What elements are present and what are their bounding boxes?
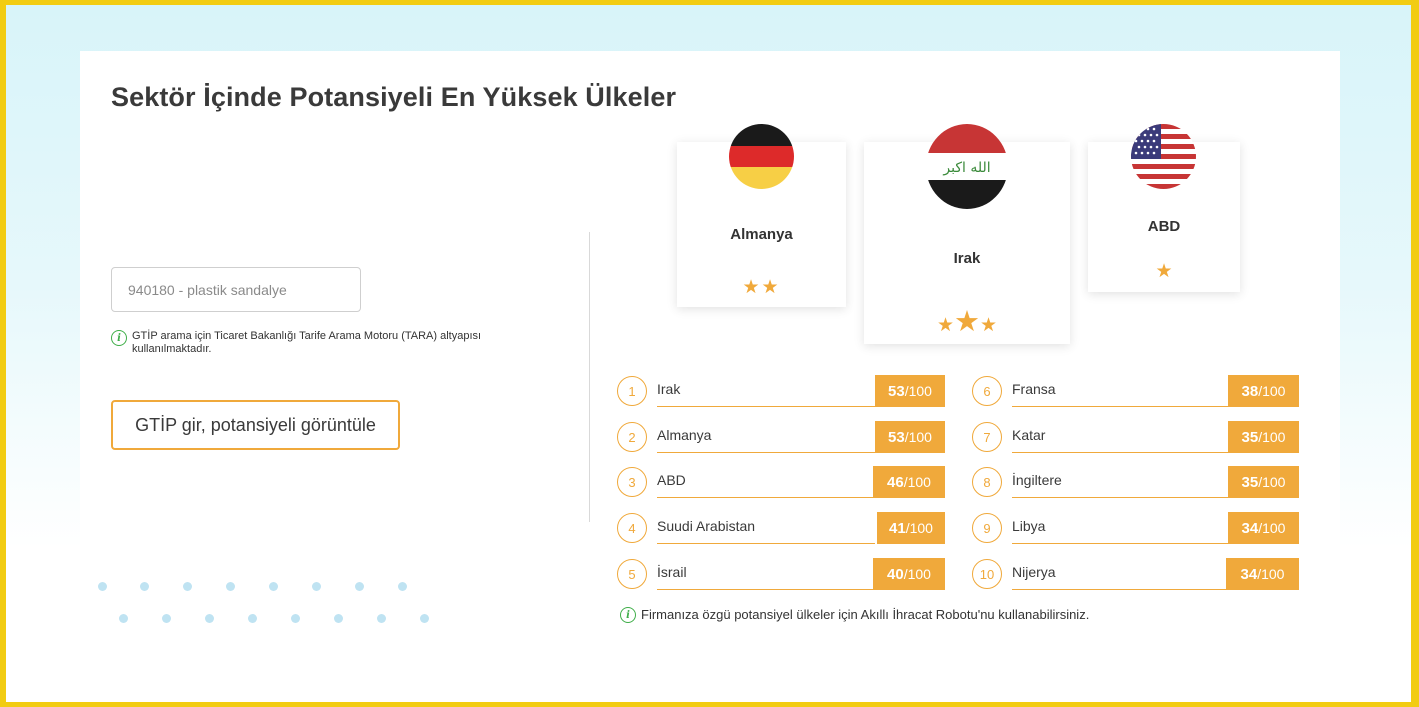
rank-country: Libya <box>1012 518 1046 534</box>
ranking-row: 5 İsrail 40/100 <box>617 558 945 590</box>
vertical-divider <box>589 232 590 522</box>
ranking-row: 6 Fransa 38/100 <box>972 375 1299 407</box>
rank-country: Suudi Arabistan <box>657 518 756 534</box>
rank-number: 8 <box>972 467 1002 497</box>
svg-text:الله اكبر: الله اكبر <box>942 160 990 176</box>
ranking-row: 1 Irak 53/100 <box>617 375 945 407</box>
ranking-row: 2 Almanya 53/100 <box>617 421 945 453</box>
podium-stars: ★★★ <box>936 306 998 338</box>
rank-score: 35/100 <box>1228 466 1299 498</box>
rank-country: İsrail <box>657 564 687 580</box>
page-title: Sektör İçinde Potansiyeli En Yüksek Ülke… <box>111 82 677 112</box>
rank-number: 1 <box>617 376 647 406</box>
iraq-flag-icon: الله اكبر <box>926 124 1008 209</box>
rank-number: 5 <box>617 559 647 589</box>
rank-score: 38/100 <box>1228 375 1299 407</box>
rank-score: 40/100 <box>873 558 945 590</box>
rank-number: 4 <box>617 513 647 543</box>
rank-country: Nijerya <box>1012 564 1056 580</box>
rank-score: 53/100 <box>875 421 945 453</box>
rank-score: 34/100 <box>1226 558 1299 590</box>
podium-country-name: Almanya <box>730 226 793 243</box>
gtip-search-input[interactable] <box>111 267 361 312</box>
rank-underline <box>657 405 875 407</box>
robot-info-note: i Firmanıza özgü potansiyel ülkeler için… <box>620 607 1089 623</box>
rank-score: 53/100 <box>875 375 945 407</box>
rank-underline <box>1012 405 1230 407</box>
info-icon: i <box>620 607 636 623</box>
rank-country: Katar <box>1012 427 1046 443</box>
rank-underline <box>657 542 875 544</box>
ranking-row: 7 Katar 35/100 <box>972 421 1299 453</box>
rank-underline <box>1012 496 1230 498</box>
rank-underline <box>657 451 875 453</box>
podium-stars: ★ <box>1155 261 1173 282</box>
rank-number: 3 <box>617 467 647 497</box>
rank-score: 35/100 <box>1228 421 1299 453</box>
ranking-row: 3 ABD 46/100 <box>617 466 945 498</box>
gtip-info-text: GTİP arama için Ticaret Bakanlığı Tarife… <box>132 330 482 355</box>
view-potential-button[interactable]: GTİP gir, potansiyeli görüntüle <box>111 400 400 450</box>
rank-number: 9 <box>972 513 1002 543</box>
rank-country: Irak <box>657 381 681 397</box>
rank-underline <box>657 496 875 498</box>
robot-info-text: Firmanıza özgü potansiyel ülkeler için A… <box>641 607 1090 622</box>
rank-number: 6 <box>972 376 1002 406</box>
ranking-row: 4 Suudi Arabistan 41/100 <box>617 512 945 544</box>
rank-country: İngiltere <box>1012 472 1062 488</box>
ranking-row: 8 İngiltere 35/100 <box>972 466 1299 498</box>
podium-stars: ★★ <box>742 277 781 298</box>
rank-number: 2 <box>617 422 647 452</box>
rank-underline <box>1012 588 1230 590</box>
info-icon: i <box>111 330 127 346</box>
rank-underline <box>1012 451 1230 453</box>
usa-flag-icon <box>1131 124 1196 189</box>
ranking-row: 9 Libya 34/100 <box>972 512 1299 544</box>
rank-underline <box>1012 542 1230 544</box>
rank-number: 10 <box>972 559 1002 589</box>
podium-country-name: ABD <box>1147 218 1181 235</box>
podium-country-name: Irak <box>953 250 981 267</box>
rank-country: ABD <box>657 472 686 488</box>
gtip-info-note: i GTİP arama için Ticaret Bakanlığı Tari… <box>111 330 531 356</box>
rank-score: 34/100 <box>1228 512 1299 544</box>
rank-country: Fransa <box>1012 381 1056 397</box>
ranking-row: 10 Nijerya 34/100 <box>972 558 1299 590</box>
rank-number: 7 <box>972 422 1002 452</box>
germany-flag-icon <box>729 124 794 189</box>
rank-score: 41/100 <box>877 512 945 544</box>
rank-country: Almanya <box>657 427 712 443</box>
rank-underline <box>657 588 875 590</box>
rank-score: 46/100 <box>873 466 945 498</box>
